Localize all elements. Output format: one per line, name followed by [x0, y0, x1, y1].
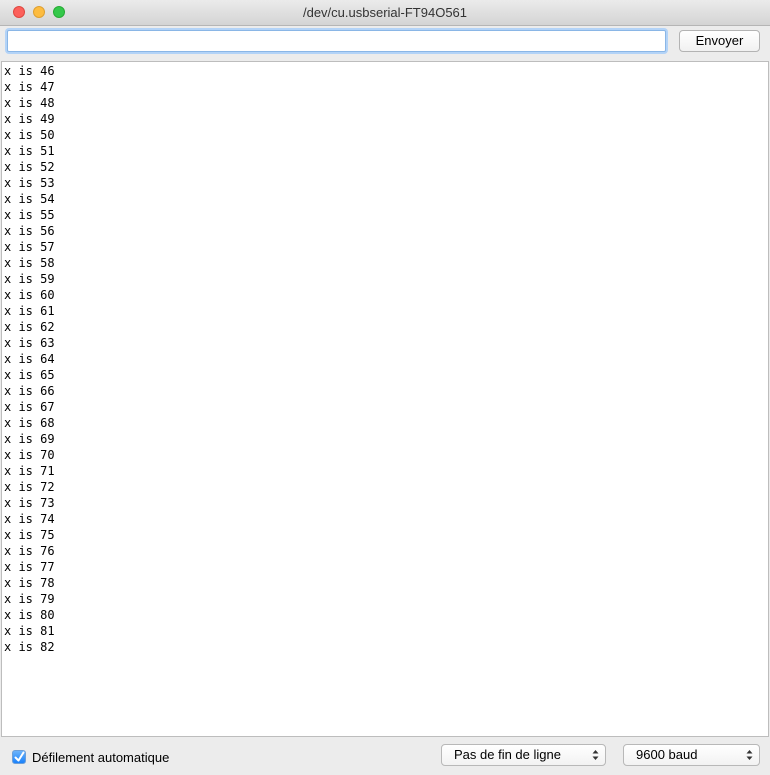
autoscroll-label: Défilement automatique	[32, 749, 170, 765]
console-line: x is 57	[4, 240, 55, 254]
console-line: x is 61	[4, 304, 55, 318]
console-line: x is 50	[4, 128, 55, 142]
console-line: x is 64	[4, 352, 55, 366]
console-line: x is 60	[4, 288, 55, 302]
console-line: x is 77	[4, 560, 55, 574]
console-line: x is 49	[4, 112, 55, 126]
updown-arrows-icon	[592, 750, 599, 760]
console-line: x is 52	[4, 160, 55, 174]
autoscroll-toggle[interactable]: Défilement automatique	[12, 748, 169, 766]
bottom-bar: Défilement automatique Pas de fin de lig…	[0, 737, 770, 775]
console-line: x is 51	[4, 144, 55, 158]
console-line: x is 78	[4, 576, 55, 590]
console-line: x is 70	[4, 448, 55, 462]
baud-rate-select[interactable]: 9600 baud	[623, 744, 760, 766]
console-line: x is 67	[4, 400, 55, 414]
console-line: x is 71	[4, 464, 55, 478]
console-line: x is 68	[4, 416, 55, 430]
console-line: x is 80	[4, 608, 55, 622]
send-input[interactable]	[7, 30, 666, 52]
line-ending-value: Pas de fin de ligne	[454, 747, 561, 762]
console-line: x is 54	[4, 192, 55, 206]
updown-arrows-icon	[746, 750, 753, 760]
baud-rate-value: 9600 baud	[636, 747, 698, 762]
serial-monitor-window: /dev/cu.usbserial-FT94O561 Envoyer x is …	[0, 0, 770, 775]
console-line: x is 82	[4, 640, 55, 654]
console-line: x is 69	[4, 432, 55, 446]
console-line: x is 74	[4, 512, 55, 526]
send-button[interactable]: Envoyer	[679, 30, 760, 52]
console-line: x is 72	[4, 480, 55, 494]
console-line: x is 46	[4, 64, 55, 78]
console-line: x is 65	[4, 368, 55, 382]
console-line: x is 62	[4, 320, 55, 334]
serial-output[interactable]: x is 46 x is 47 x is 48 x is 49 x is 50 x is …	[1, 61, 769, 737]
line-ending-select[interactable]: Pas de fin de ligne	[441, 744, 606, 766]
window-title: /dev/cu.usbserial-FT94O561	[302, 5, 468, 20]
console-line: x is 63	[4, 336, 55, 350]
console-line: x is 79	[4, 592, 55, 606]
console-line: x is 58	[4, 256, 55, 270]
console-line: x is 59	[4, 272, 55, 286]
send-row: Envoyer	[0, 26, 770, 60]
console-line: x is 48	[4, 96, 55, 110]
console-line: x is 73	[4, 496, 55, 510]
console-line: x is 56	[4, 224, 55, 238]
console-line: x is 53	[4, 176, 55, 190]
console-line: x is 81	[4, 624, 55, 638]
console-line: x is 75	[4, 528, 55, 542]
console-line: x is 66	[4, 384, 55, 398]
title-bar[interactable]: /dev/cu.usbserial-FT94O561	[0, 0, 770, 26]
console-line: x is 47	[4, 80, 55, 94]
console-line: x is 76	[4, 544, 55, 558]
checkmark-icon	[14, 751, 25, 762]
autoscroll-checkbox[interactable]	[12, 750, 26, 764]
console-line: x is 55	[4, 208, 55, 222]
